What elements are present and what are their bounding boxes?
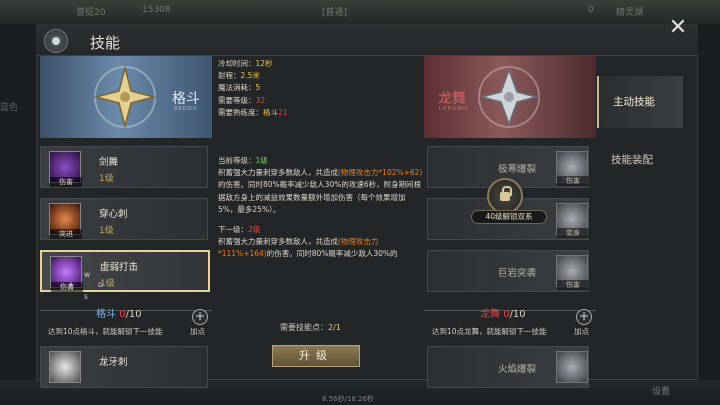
skill-name: 穿心刺 [99, 209, 128, 220]
points-class: 格斗 [96, 309, 116, 320]
class-banner-right[interactable]: 龙舞 LONGWU [424, 56, 596, 138]
points-max: /10 [125, 309, 142, 320]
add-point-label: 加点 [190, 327, 205, 336]
hud-text: 菩提20 [76, 8, 106, 18]
skill-row-locked[interactable]: 火焰爆裂 [427, 346, 589, 388]
skill-name: 极寒爆裂 [498, 164, 537, 175]
cross-emblem-icon [93, 65, 157, 129]
class-name: 龙舞 [438, 91, 466, 107]
points-bar-left: 格斗 0/10 达到10点格斗，就能解锁下一技能 + 加点 [40, 304, 212, 340]
points-note: 达到10点格斗，就能解锁下一技能 [48, 327, 163, 336]
skill-row-locked[interactable]: 巨岩突袭 伤害 [427, 250, 589, 292]
add-point-button[interactable]: + [192, 309, 208, 325]
points-bar-right: 龙舞 0/10 达到10点龙舞，就能解锁下一技能 + 加点 [424, 304, 596, 340]
skill-rock-raid-icon: 伤害 [556, 255, 589, 290]
skill-weak-strike-icon: 伤害 [50, 256, 83, 292]
skill-sword-dance-icon: 伤害 [49, 151, 82, 187]
class-name: 格斗 [172, 91, 200, 107]
game-hud-top: 菩提20 15308 [普通] 0 精灵湖 [0, 0, 720, 24]
skill-transform-icon: 变身 [556, 203, 589, 238]
skill-name: 剑舞 [99, 157, 119, 168]
skill-name: 龙牙刺 [99, 357, 128, 368]
skill-row[interactable]: 龙牙刺 [40, 346, 208, 388]
skill-pierce-icon: 突进 [49, 203, 82, 239]
upgrade-button[interactable]: 升级 [272, 345, 360, 367]
skill-row[interactable]: 突进 穿心刺 1级 [40, 198, 208, 240]
skill-row-selected[interactable]: 伤害 虚弱打击 1级 [40, 250, 210, 292]
hud-coord: 8.56秒/18.26秒 [322, 395, 374, 403]
close-icon[interactable]: ✕ [667, 17, 689, 40]
skill-book-icon [44, 29, 68, 53]
points-max: /10 [509, 309, 526, 320]
page-title: 技能 [90, 34, 121, 52]
hud-text: 精灵湖 [616, 8, 644, 18]
need-skill-points: 需要技能点：2/1 [280, 323, 341, 332]
class-banner-left[interactable]: 格斗 GEDOU [40, 56, 212, 138]
points-class: 龙舞 [480, 309, 500, 320]
skill-row[interactable]: 伤害 剑舞 1级 [40, 146, 208, 188]
class-sub: LONGWU [439, 106, 468, 112]
lock-icon [487, 178, 523, 214]
hud-settings[interactable]: 设置 [652, 384, 670, 397]
class-sub: GEDOU [174, 106, 198, 112]
add-point-label: 加点 [574, 327, 589, 336]
skill-level: 1级 [99, 174, 114, 184]
add-point-button[interactable]: + [576, 309, 592, 325]
hud-text: [普通] [322, 8, 348, 18]
skill-name: 火焰爆裂 [498, 364, 537, 375]
star-emblem-icon [478, 66, 540, 128]
panel-header [36, 24, 698, 56]
skill-dragon-fang-icon [49, 351, 81, 383]
skill-detail: 冷却时间：12秒 射程：2.5米 魔法消耗：5 需要等级：32 需要熟练度：格斗… [218, 59, 423, 259]
tab-active-skills[interactable]: 主动技能 [597, 76, 683, 128]
skill-level: 1级 [99, 226, 114, 236]
skill-frost-burst-icon: 伤害 [556, 151, 589, 186]
hud-text: 0 [588, 5, 594, 15]
hud-left-text: 蓝色 [0, 103, 19, 113]
unlock-hint: 40级解锁双系 [471, 210, 547, 224]
points-note: 达到10点龙舞，就能解锁下一技能 [432, 327, 547, 336]
tab-skill-equip[interactable]: 技能装配 [597, 134, 683, 186]
skill-name: 巨岩突袭 [498, 268, 537, 279]
skill-name: 虚弱打击 [100, 262, 139, 273]
skill-fire-burst-icon [556, 351, 588, 383]
hud-text: 15308 [142, 5, 171, 15]
